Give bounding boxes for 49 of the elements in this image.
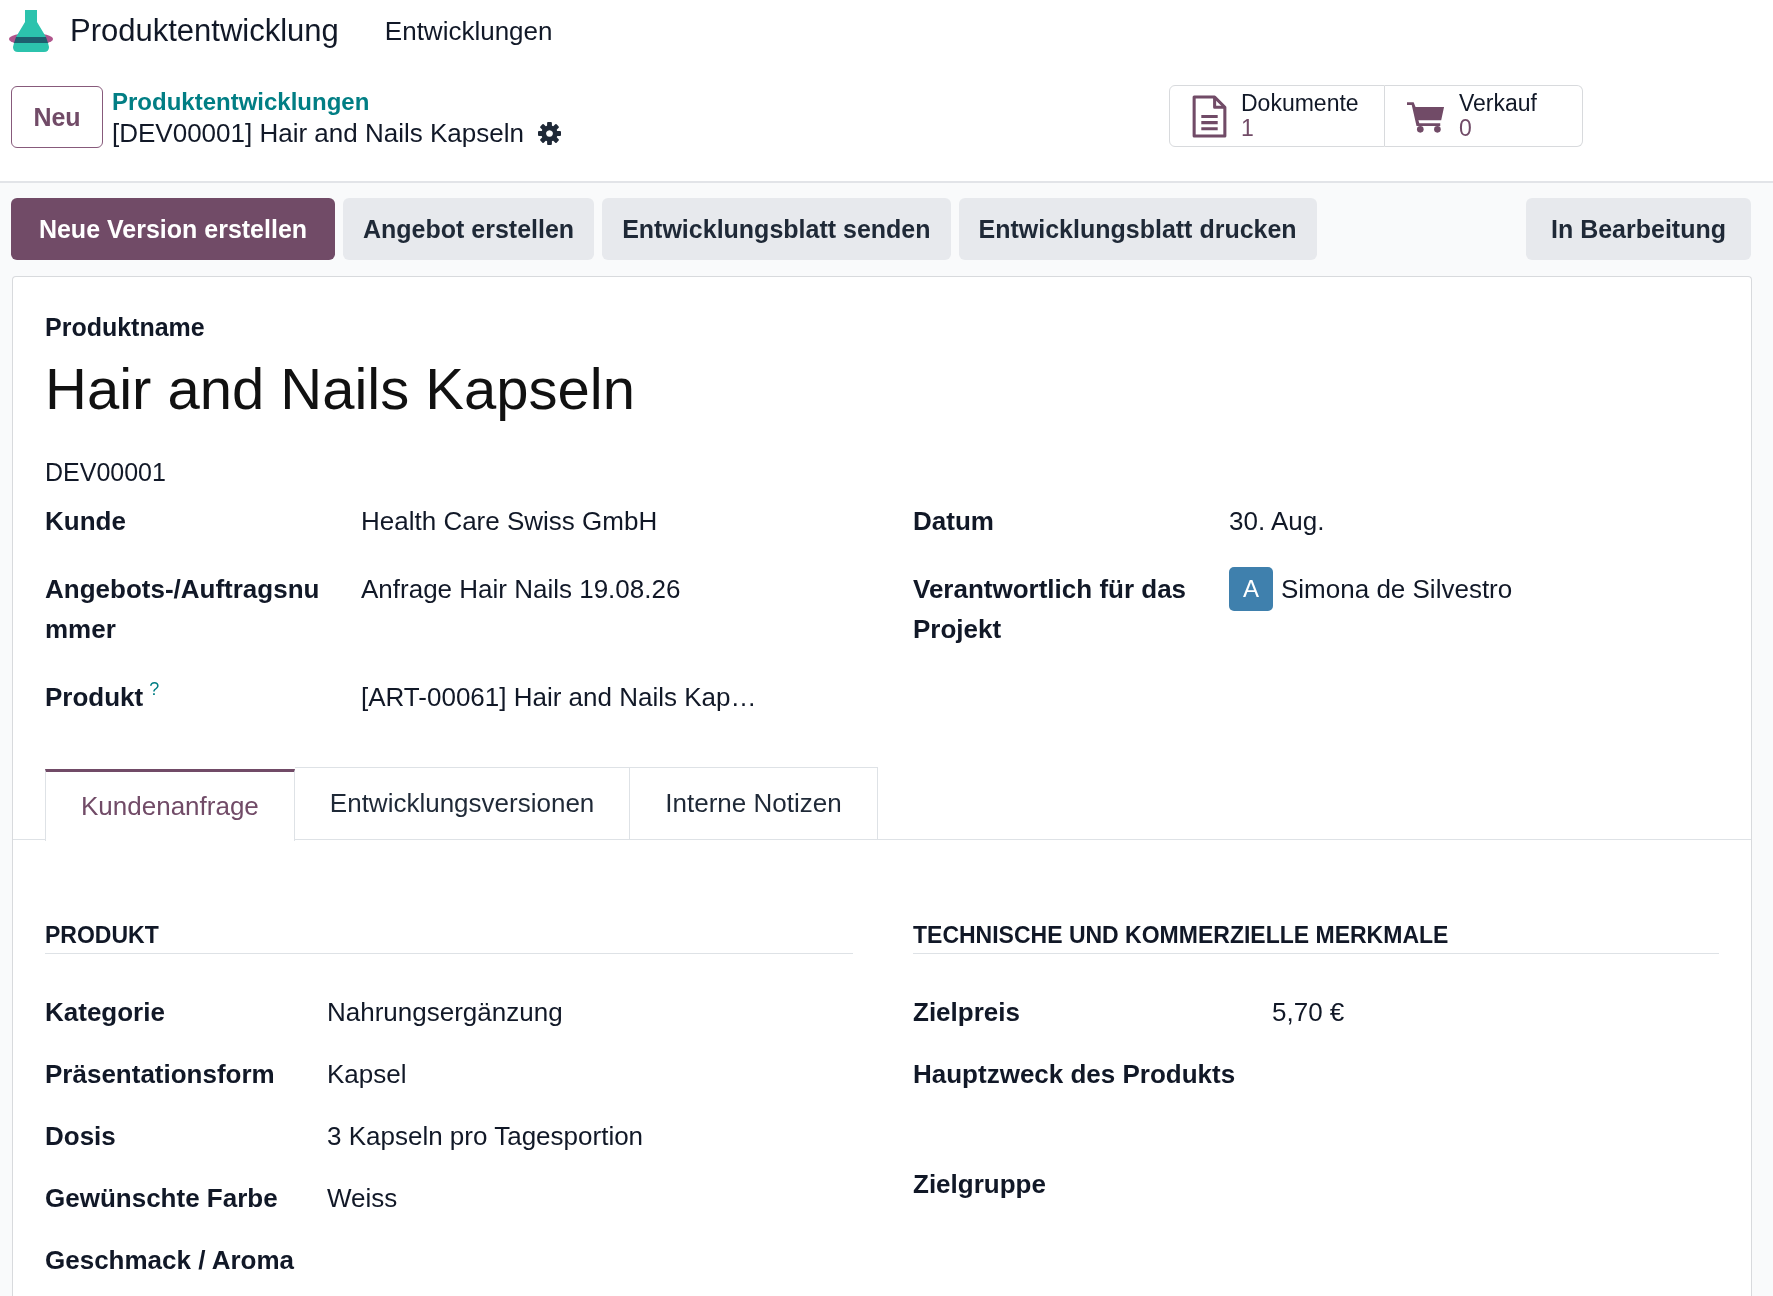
flask-icon (9, 10, 53, 52)
field-label: Dosis (45, 1120, 116, 1153)
reference-number: DEV00001 (45, 457, 166, 488)
record-title: [DEV00001] Hair and Nails Kapseln (112, 117, 524, 149)
tab[interactable]: Kundenanfrage (45, 768, 295, 841)
breadcrumb-link[interactable]: Produktentwicklungen (112, 87, 370, 117)
user-avatar: A (1229, 567, 1273, 611)
field-label: Gewünschte Farbe (45, 1182, 278, 1215)
field-label: Produktname (45, 312, 205, 343)
field-label: Verantwortlich für das Projekt (913, 573, 1188, 646)
action-button[interactable]: Entwicklungsblatt drucken (958, 198, 1317, 260)
action-button[interactable]: Angebot erstellen (343, 198, 595, 260)
field-value: Nahrungsergänzung (327, 996, 563, 1029)
field-label: Kategorie (45, 996, 165, 1029)
section-heading: TECHNISCHE UND KOMMERZIELLE MERKMALE (913, 922, 1449, 948)
field-label: Produkt (45, 681, 144, 714)
gear-icon[interactable] (537, 121, 561, 145)
tab[interactable]: Interne Notizen (630, 767, 878, 839)
tab[interactable]: Entwicklungsversionen (294, 767, 631, 839)
field-value: 3 Kapseln pro Tagesportion (327, 1120, 644, 1153)
product-name-title: Hair and Nails Kapseln (45, 355, 635, 423)
field-label: Präsentationsform (45, 1058, 275, 1091)
field-label: Kunde (45, 505, 126, 538)
field-label: Geschmack / Aroma (45, 1244, 295, 1277)
field-value: Kapsel (327, 1058, 407, 1091)
cart-icon (1407, 99, 1445, 133)
app-name: Produktentwicklung (70, 13, 339, 49)
new-button[interactable]: Neu (11, 86, 103, 148)
document-icon (1192, 94, 1227, 138)
field-value: [ART-00061] Hair and Nails Kap… (361, 681, 757, 714)
action-button[interactable]: Entwicklungsblatt senden (602, 198, 951, 260)
field-label: Zielpreis (913, 996, 1020, 1029)
menu-item[interactable]: Entwicklungen (384, 15, 553, 47)
field-value: Anfrage Hair Nails 19.08.26 (361, 573, 681, 606)
field-value: 5,70 € (1272, 996, 1345, 1029)
action-button[interactable]: Neue Version erstellen (11, 198, 335, 260)
field-label: Hauptzweck des Produkts (913, 1058, 1236, 1091)
field-label: Angebots-/Auftragsnummer (45, 573, 321, 646)
field-value: Weiss (327, 1182, 398, 1215)
field-label: Datum (913, 505, 994, 538)
stat-button[interactable]: Dokumente 1 (1169, 85, 1385, 147)
field-label: Zielgruppe (913, 1168, 1046, 1201)
help-tooltip-marker[interactable]: ? (149, 679, 160, 699)
field-value: Health Care Swiss GmbH (361, 505, 658, 538)
field-value: 30. Aug. (1229, 505, 1325, 538)
field-value: Simona de Silvestro (1281, 573, 1513, 606)
section-heading: PRODUKT (45, 922, 159, 948)
stat-button[interactable]: Verkauf 0 (1385, 85, 1583, 147)
status-button[interactable]: In Bearbeitung (1526, 198, 1751, 260)
